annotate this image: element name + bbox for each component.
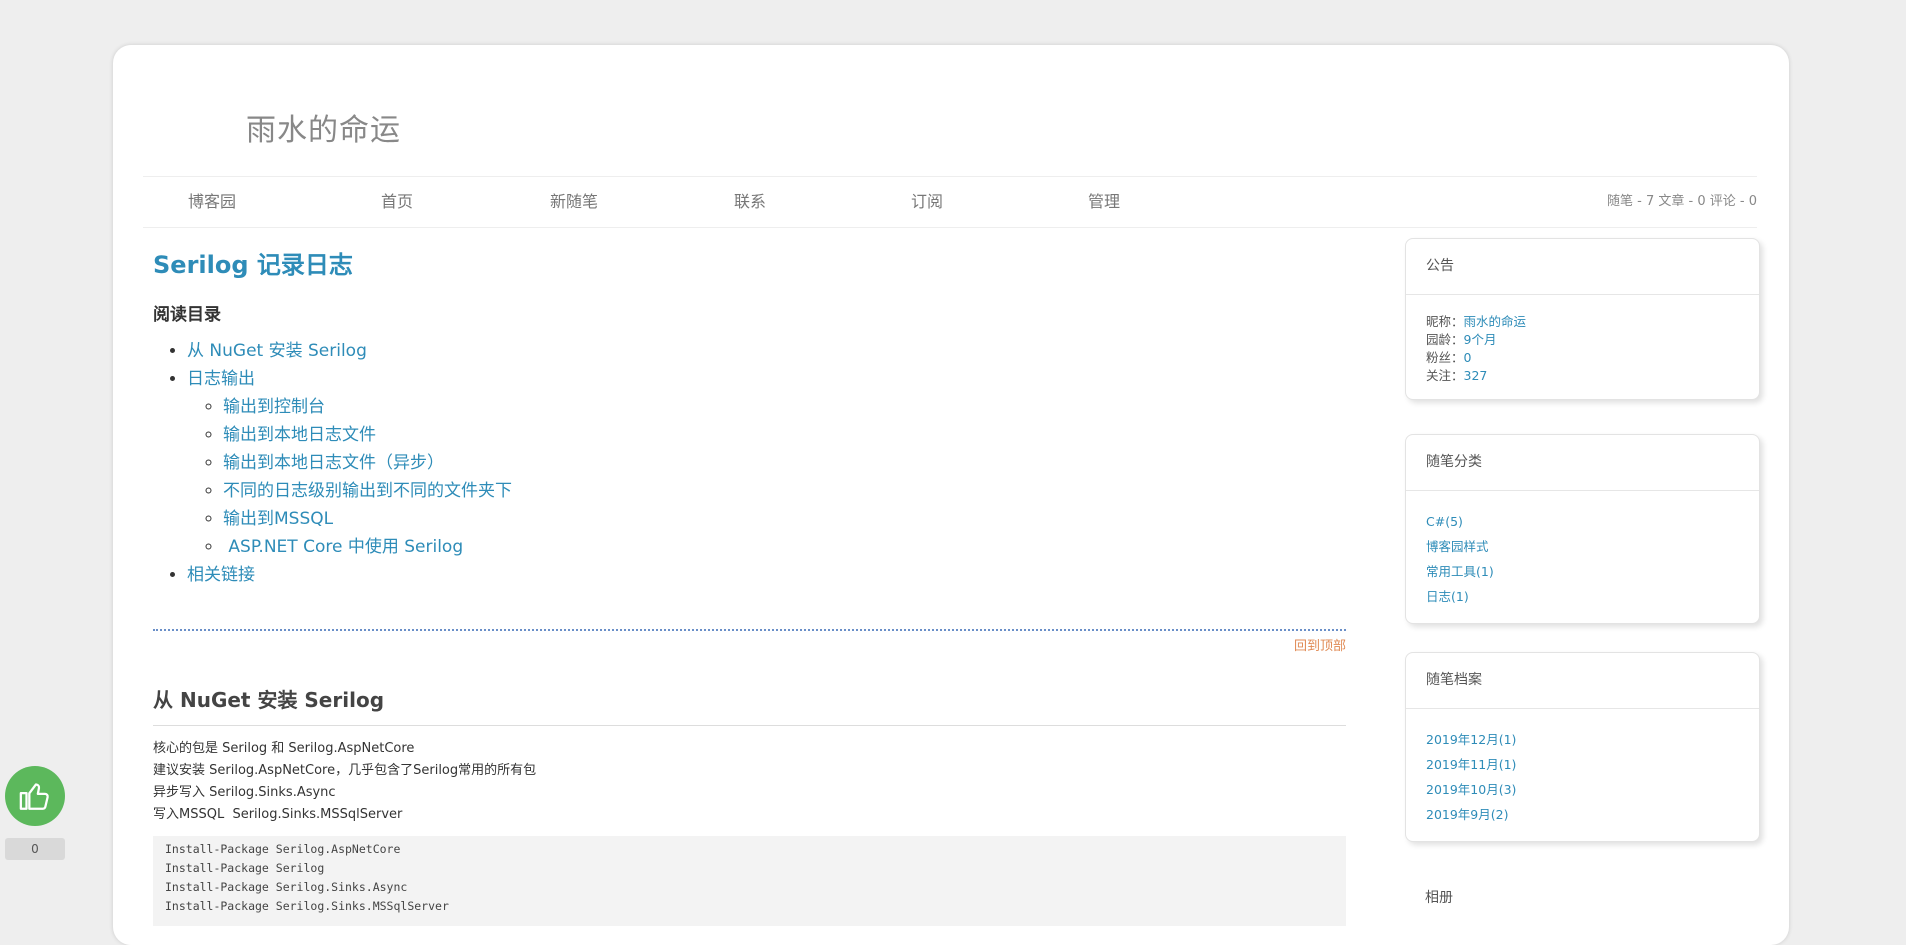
archive-list: 2019年12月(1) 2019年11月(1) 2019年10月(3) 2019… [1406,709,1759,841]
blog-stats: 随笔 - 7 文章 - 0 评论 - 0 [1607,194,1757,209]
toc-subitem: 输出到本地日志文件 [223,421,1346,449]
toc-link-nuget[interactable]: 从 NuGet 安装 Serilog [187,341,367,361]
profile-fans: 粉丝：0 [1426,349,1739,367]
archive-link[interactable]: 2019年12月(1) [1426,727,1739,752]
toc-item: 从 NuGet 安装 Serilog [187,337,1346,365]
category-link[interactable]: C#(5) [1426,509,1739,534]
toc-link-mssql[interactable]: 输出到MSSQL [223,509,333,529]
album-title: 相册 [1425,890,1453,906]
category-link[interactable]: 博客园样式 [1426,534,1739,559]
code-line: Install-Package Serilog [165,861,325,875]
section-divider [153,629,1346,631]
archive-link[interactable]: 2019年11月(1) [1426,752,1739,777]
toc-sublist: 输出到控制台 输出到本地日志文件 输出到本地日志文件（异步） 不同的日志级别输出… [187,393,1346,561]
section-title: 从 NuGet 安装 Serilog [153,684,1346,726]
fans-link[interactable]: 0 [1464,350,1472,365]
nav-item-subscribe[interactable]: 订阅 [867,177,987,227]
nickname-link[interactable]: 雨水的命运 [1464,314,1527,329]
paragraph-line: 建议安装 Serilog.AspNetCore，几乎包含了Serilog常用的所… [153,763,537,778]
like-count: 0 [5,838,65,860]
section-paragraphs: 核心的包是 Serilog 和 Serilog.AspNetCore 建议安装 … [153,738,1346,826]
profile-nickname: 昵称：雨水的命运 [1426,313,1739,331]
like-button[interactable] [5,766,65,826]
archive-panel: 随笔档案 2019年12月(1) 2019年11月(1) 2019年10月(3)… [1405,652,1760,842]
paragraph-line: 核心的包是 Serilog 和 Serilog.AspNetCore [153,741,415,756]
age-label: 园龄： [1426,332,1464,347]
age-link[interactable]: 9个月 [1464,332,1497,347]
back-to-top-link[interactable]: 回到顶部 [153,635,1346,654]
toc-subitem: ASP.NET Core 中使用 Serilog [223,533,1346,561]
notice-panel: 公告 昵称：雨水的命运 园龄：9个月 粉丝：0 关注：327 [1405,238,1760,400]
categories-panel: 随笔分类 C#(5) 博客园样式 常用工具(1) 日志(1) [1405,434,1760,624]
archive-link[interactable]: 2019年10月(3) [1426,777,1739,802]
toc-subitem: 输出到本地日志文件（异步） [223,449,1346,477]
notice-body: 昵称：雨水的命运 园龄：9个月 粉丝：0 关注：327 [1406,295,1759,399]
blog-card: 雨水的命运 博客园 首页 新随笔 联系 订阅 管理 随笔 - 7 文章 - 0 … [113,45,1789,945]
paragraph-line: 写入MSSQL Serilog.Sinks.MSSqlServer [153,807,403,822]
blog-title[interactable]: 雨水的命运 [246,105,401,149]
toc-item: 相关链接 [187,561,1346,589]
code-block: Install-Package Serilog.AspNetCore Insta… [153,836,1346,926]
categories-list: C#(5) 博客园样式 常用工具(1) 日志(1) [1406,491,1759,623]
nav-item-new-post[interactable]: 新随笔 [514,177,634,227]
toc-item: 日志输出 输出到控制台 输出到本地日志文件 输出到本地日志文件（异步） 不同的日… [187,365,1346,561]
code-line: Install-Package Serilog.AspNetCore [165,842,401,856]
nav-item-cnblogs[interactable]: 博客园 [152,177,272,227]
top-nav: 博客园 首页 新随笔 联系 订阅 管理 随笔 - 7 文章 - 0 评论 - 0 [143,176,1757,228]
paragraph-line: 异步写入 Serilog.Sinks.Async [153,785,336,800]
archive-link[interactable]: 2019年9月(2) [1426,802,1739,827]
nav-item-home[interactable]: 首页 [337,177,457,227]
toc-subitem: 输出到MSSQL [223,505,1346,533]
profile-age: 园龄：9个月 [1426,331,1739,349]
nav-item-contact[interactable]: 联系 [690,177,810,227]
thumbs-up-icon [19,783,49,810]
toc-subitem: 输出到控制台 [223,393,1346,421]
toc-link-local-file-async[interactable]: 输出到本地日志文件（异步） [223,453,444,473]
toc-link-aspnetcore[interactable]: ASP.NET Core 中使用 Serilog [223,537,463,557]
toc-list: 从 NuGet 安装 Serilog 日志输出 输出到控制台 输出到本地日志文件… [153,337,1346,589]
categories-title: 随笔分类 [1406,435,1759,491]
nickname-label: 昵称： [1426,314,1464,329]
notice-title: 公告 [1406,239,1759,295]
archive-title: 随笔档案 [1406,653,1759,709]
fans-label: 粉丝： [1426,350,1464,365]
code-line: Install-Package Serilog.Sinks.Async [165,880,408,894]
following-label: 关注： [1426,368,1464,383]
toc-link-console[interactable]: 输出到控制台 [223,397,325,417]
category-link[interactable]: 常用工具(1) [1426,559,1739,584]
toc-link-levels[interactable]: 不同的日志级别输出到不同的文件夹下 [223,481,512,501]
toc-link-local-file[interactable]: 输出到本地日志文件 [223,425,376,445]
category-link[interactable]: 日志(1) [1426,584,1739,609]
nav-item-manage[interactable]: 管理 [1044,177,1164,227]
toc-heading: 阅读目录 [153,305,221,325]
toc-link-log-output[interactable]: 日志输出 [187,369,255,389]
code-line: Install-Package Serilog.Sinks.MSSqlServe… [165,899,449,913]
toc-subitem: 不同的日志级别输出到不同的文件夹下 [223,477,1346,505]
post-main: Serilog 记录日志 阅读目录 从 NuGet 安装 Serilog 日志输… [153,245,1346,926]
profile-following: 关注：327 [1426,367,1739,385]
toc-link-related[interactable]: 相关链接 [187,565,255,585]
following-link[interactable]: 327 [1464,368,1488,383]
post-title[interactable]: Serilog 记录日志 [153,245,1346,280]
